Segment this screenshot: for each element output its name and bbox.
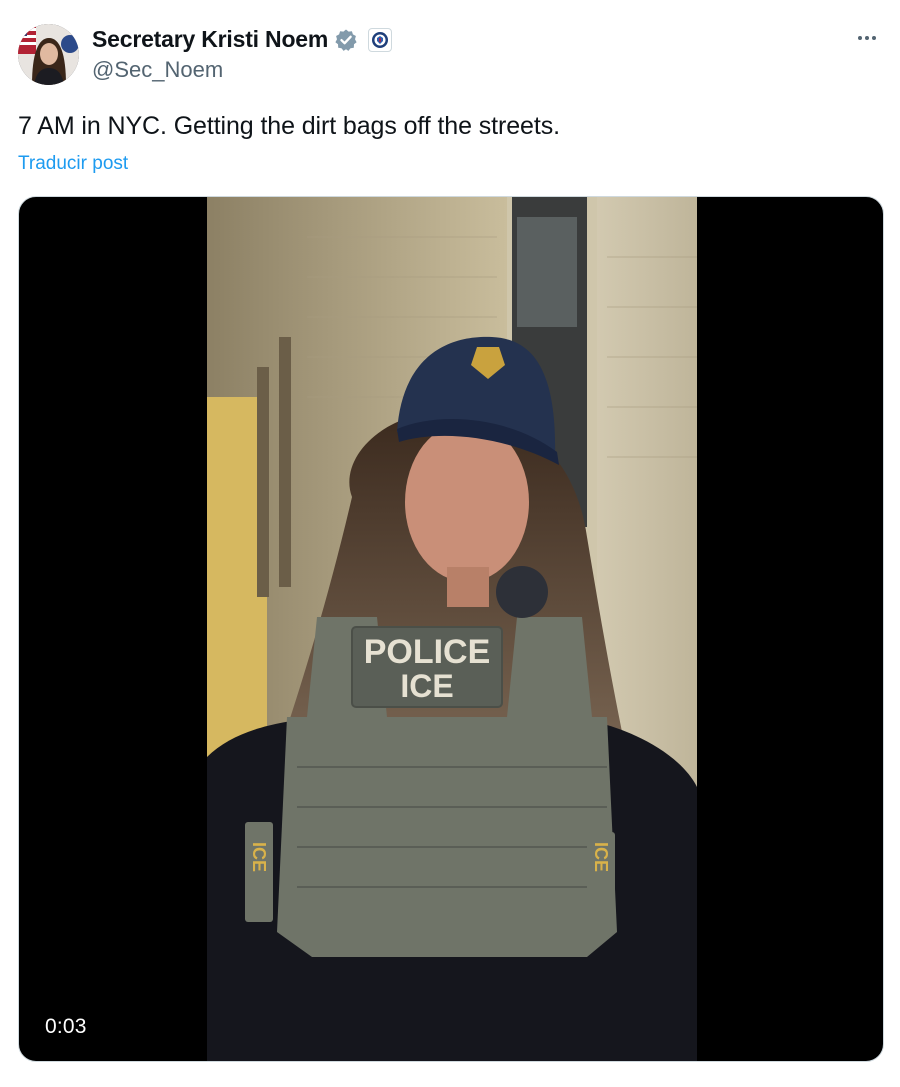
author-handle[interactable]: @Sec_Noem <box>92 57 223 83</box>
author-name-row: Secretary Kristi Noem <box>92 26 393 53</box>
avatar-image <box>18 24 79 85</box>
more-horizontal-icon[interactable] <box>852 28 882 48</box>
author-display-name[interactable]: Secretary Kristi Noem <box>92 26 328 53</box>
post: Secretary Kristi Noem @Sec_Noem 7 AM in … <box>0 0 900 1087</box>
vest-label-ice: ICE <box>400 668 453 704</box>
side-label-left: ICE <box>249 842 269 872</box>
vest-label-police: POLICE <box>364 633 491 671</box>
verified-gray-check-icon[interactable] <box>334 28 358 52</box>
video-player[interactable]: POLICE ICE ICE ICE 0:03 <box>18 196 884 1062</box>
side-label-right: ICE <box>591 842 611 872</box>
translate-post-link[interactable]: Traducir post <box>18 153 128 175</box>
dhs-seal-icon[interactable] <box>368 27 393 52</box>
post-text: 7 AM in NYC. Getting the dirt bags off t… <box>18 112 560 140</box>
avatar[interactable] <box>18 24 79 85</box>
video-frame: POLICE ICE ICE ICE <box>207 197 697 1061</box>
video-timestamp: 0:03 <box>37 1013 95 1041</box>
